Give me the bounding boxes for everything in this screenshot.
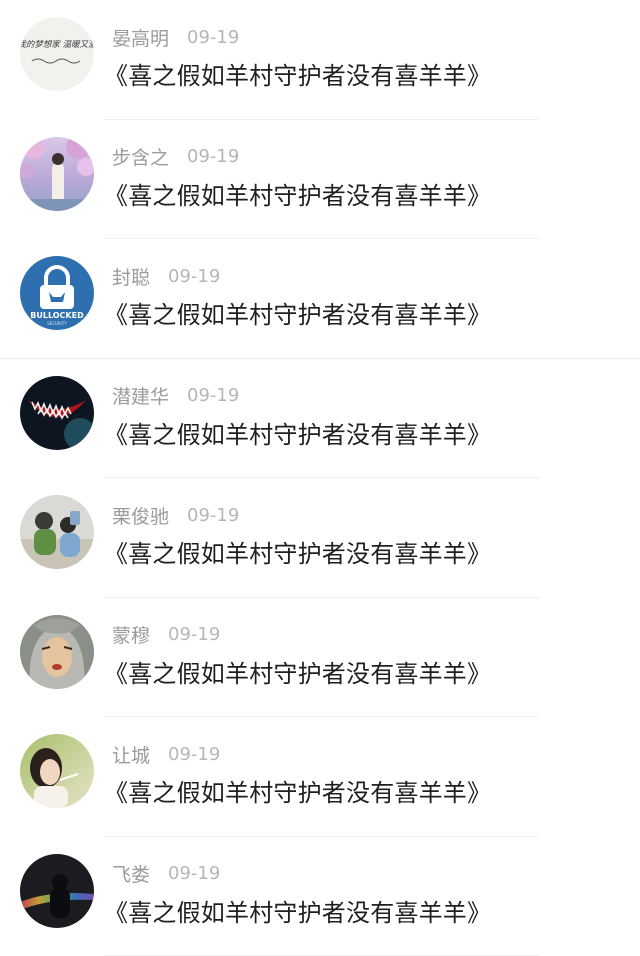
handwriting-avatar-image: 做我的梦想家 温暖又激情 (20, 17, 94, 91)
avatar-logo-text: BULLOCKED (30, 311, 84, 320)
rainbow-silhouette-avatar[interactable] (20, 854, 94, 928)
comment-date: 09-19 (168, 624, 220, 645)
comment-item[interactable]: 让城 09-19 《喜之假如羊村守护者没有喜羊羊》 (0, 717, 640, 837)
comment-username[interactable]: 潜建华 (112, 382, 169, 409)
comment-text[interactable]: 《喜之假如羊村守护者没有喜羊羊》 (104, 654, 491, 689)
comment-item[interactable]: 蒙穆 09-19 《喜之假如羊村守护者没有喜羊羊》 (0, 598, 640, 718)
comment-text[interactable]: 《喜之假如羊村守护者没有喜羊羊》 (104, 295, 491, 330)
comment-username[interactable]: 步含之 (112, 143, 169, 170)
comment-date: 09-19 (168, 744, 220, 765)
blossom-figure-avatar-image (20, 137, 94, 211)
bullocked-logo-avatar[interactable]: BULLOCKED SECURITY (20, 256, 94, 330)
monster-grin-avatar-image (20, 376, 94, 450)
comment-list: 做我的梦想家 温暖又激情 晏高明 09-19 《喜之假如羊村守护者没有喜羊羊》 (0, 0, 640, 954)
people-photo-avatar[interactable] (20, 495, 94, 569)
comment-meta: 栗俊驰 09-19 (112, 502, 239, 528)
comment-meta: 蒙穆 09-19 (112, 622, 220, 648)
comment-text[interactable]: 《喜之假如羊村守护者没有喜羊羊》 (104, 56, 491, 91)
blossom-figure-avatar[interactable] (20, 137, 94, 211)
girl-portrait-avatar[interactable] (20, 734, 94, 808)
comment-text[interactable]: 《喜之假如羊村守护者没有喜羊羊》 (104, 893, 491, 928)
comment-meta: 晏高明 09-19 (112, 24, 239, 50)
comment-username[interactable]: 让城 (112, 741, 150, 768)
comment-date: 09-19 (187, 385, 239, 406)
comment-meta: 让城 09-19 (112, 741, 220, 767)
comment-item[interactable]: 步含之 09-19 《喜之假如羊村守护者没有喜羊羊》 (0, 120, 640, 240)
comment-text[interactable]: 《喜之假如羊村守护者没有喜羊羊》 (104, 415, 491, 450)
comment-username[interactable]: 飞娄 (112, 860, 150, 887)
comment-item[interactable]: BULLOCKED SECURITY 封聪 09-19 《喜之假如羊村守护者没有… (0, 239, 640, 359)
comment-username[interactable]: 栗俊驰 (112, 502, 169, 529)
comment-meta: 潜建华 09-19 (112, 383, 239, 409)
comment-username[interactable]: 封聪 (112, 263, 150, 290)
comment-date: 09-19 (168, 266, 220, 287)
avatar-logo-subtext: SECURITY (47, 321, 67, 326)
bullocked-logo-avatar-image: BULLOCKED SECURITY (20, 256, 94, 330)
comment-item[interactable]: 栗俊驰 09-19 《喜之假如羊村守护者没有喜羊羊》 (0, 478, 640, 598)
comment-meta: 步含之 09-19 (112, 144, 239, 170)
comment-text[interactable]: 《喜之假如羊村守护者没有喜羊羊》 (104, 534, 491, 569)
comment-item[interactable]: 潜建华 09-19 《喜之假如羊村守护者没有喜羊羊》 (0, 359, 640, 479)
comment-meta: 飞娄 09-19 (112, 861, 220, 887)
rainbow-silhouette-avatar-image (20, 854, 94, 928)
avatar-handwriting-line: 做我的梦想家 温暖又激情 (20, 39, 94, 50)
comment-date: 09-19 (187, 27, 239, 48)
handwriting-avatar[interactable]: 做我的梦想家 温暖又激情 (20, 17, 94, 91)
comment-text[interactable]: 《喜之假如羊村守护者没有喜羊羊》 (104, 773, 491, 808)
people-photo-avatar-image (20, 495, 94, 569)
monster-grin-avatar[interactable] (20, 376, 94, 450)
anime-face-avatar-image (20, 615, 94, 689)
comment-username[interactable]: 蒙穆 (112, 621, 150, 648)
comment-item[interactable]: 做我的梦想家 温暖又激情 晏高明 09-19 《喜之假如羊村守护者没有喜羊羊》 (0, 0, 640, 120)
comment-text[interactable]: 《喜之假如羊村守护者没有喜羊羊》 (104, 176, 491, 211)
comment-date: 09-19 (168, 863, 220, 884)
comment-username[interactable]: 晏高明 (112, 24, 169, 51)
girl-portrait-avatar-image (20, 734, 94, 808)
comment-date: 09-19 (187, 146, 239, 167)
anime-face-avatar[interactable] (20, 615, 94, 689)
comment-meta: 封聪 09-19 (112, 263, 220, 289)
comment-date: 09-19 (187, 505, 239, 526)
comment-item[interactable]: 飞娄 09-19 《喜之假如羊村守护者没有喜羊羊》 (0, 837, 640, 956)
